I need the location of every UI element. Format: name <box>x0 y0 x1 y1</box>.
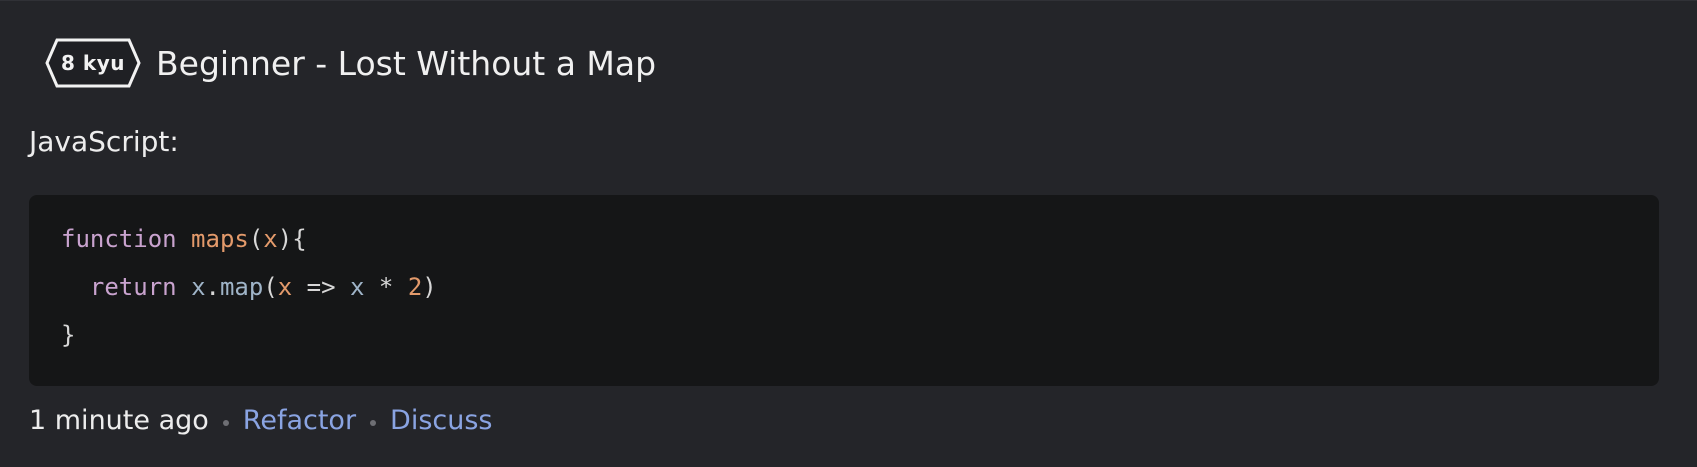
kata-header: 8 kyu Beginner - Lost Without a Map <box>44 37 656 89</box>
code-token: ){ <box>277 225 307 253</box>
code-token: . <box>205 273 220 301</box>
code-line-2: return x.map(x => x * 2) <box>61 263 1627 311</box>
code-token: return <box>89 273 177 301</box>
separator-dot <box>370 419 377 426</box>
code-token: } <box>61 321 76 349</box>
rank-label: 8 kyu <box>61 51 125 75</box>
code-token: => <box>292 273 351 301</box>
code-token: * <box>364 273 408 301</box>
code-token: ( <box>248 225 264 253</box>
timestamp: 1 minute ago <box>29 405 209 436</box>
solution-footer: 1 minute ago Refactor Discuss <box>29 405 493 436</box>
code-token: ( <box>263 273 278 301</box>
code-token: function <box>61 225 177 253</box>
solution-card: 8 kyu Beginner - Lost Without a Map Java… <box>0 0 1697 467</box>
code-token: map <box>219 273 264 301</box>
refactor-link[interactable]: Refactor <box>243 405 356 436</box>
separator-dot <box>222 419 229 426</box>
kata-title[interactable]: Beginner - Lost Without a Map <box>156 44 656 83</box>
code-line-1: function maps(x){ <box>61 215 1627 263</box>
code-line-3: } <box>61 311 1627 359</box>
code-token: maps <box>191 225 249 253</box>
code-block: function maps(x){ return x.map(x => x * … <box>29 195 1659 386</box>
code-token: x <box>263 225 278 253</box>
rank-badge: 8 kyu <box>44 37 142 89</box>
code-token: x <box>350 273 365 301</box>
code-token: 2 <box>407 273 423 301</box>
code-token: ) <box>422 273 437 301</box>
discuss-link[interactable]: Discuss <box>390 405 492 436</box>
code-token: x <box>277 273 293 301</box>
code-token: x <box>191 273 206 301</box>
language-label: JavaScript: <box>29 125 179 158</box>
